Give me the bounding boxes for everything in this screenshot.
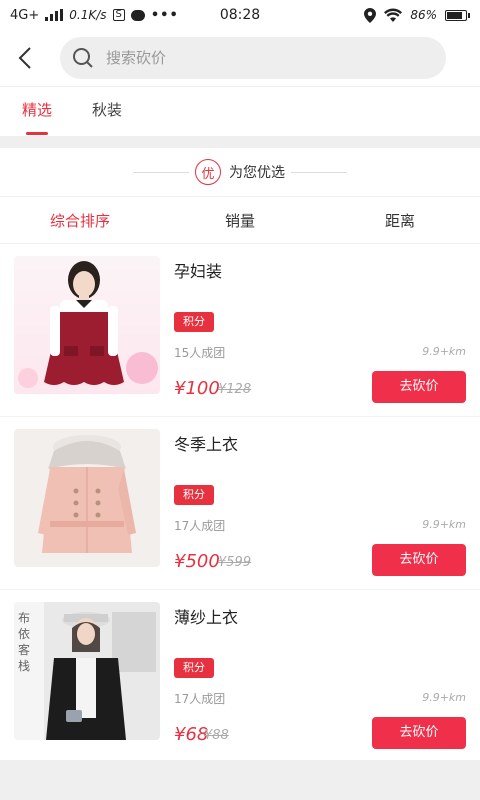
bargain-button[interactable]: 去砍价 (372, 717, 466, 749)
sort-sales[interactable]: 销量 (160, 210, 320, 231)
bargain-button[interactable]: 去砍价 (372, 371, 466, 403)
points-badge: 积分 (174, 658, 214, 678)
product-item[interactable]: 孕妇装 积分 15人成团 9.9+km ¥100 ¥128 去砍价 (0, 244, 480, 417)
original-price: ¥88 (204, 728, 229, 743)
section-title: 为您优选 (229, 165, 285, 181)
s-app-icon: S (112, 9, 125, 21)
group-size: 17人成团 (174, 519, 226, 533)
product-title[interactable]: 冬季上衣 (174, 431, 238, 455)
back-button[interactable] (0, 30, 50, 86)
svg-text:布: 布 (18, 611, 30, 625)
product-image-cardigan[interactable]: 布 依 客 栈 (14, 602, 160, 740)
points-badge: 积分 (174, 312, 214, 332)
product-title[interactable]: 薄纱上衣 (174, 604, 238, 628)
location-icon (364, 7, 377, 23)
search-input[interactable] (106, 49, 406, 67)
current-price: ¥100 (174, 378, 220, 399)
category-tabs: 精选 秋装 (0, 86, 480, 136)
search-icon (73, 48, 93, 68)
svg-text:栈: 栈 (18, 658, 30, 673)
svg-text:依: 依 (18, 626, 30, 641)
tab-featured[interactable]: 精选 (22, 87, 52, 137)
search-bar[interactable] (60, 37, 446, 79)
divider (133, 171, 189, 173)
app-screen: 4G+ 0.1K/s S ••• 08:28 86% 精选 秋装 (0, 0, 480, 800)
chevron-left-icon (18, 47, 31, 69)
svg-text:客: 客 (18, 642, 30, 657)
wifi-icon (384, 8, 403, 22)
distance: 9.9+km (422, 691, 466, 704)
network-type: 4G+ (10, 7, 40, 23)
current-price: ¥500 (174, 551, 220, 572)
sort-distance[interactable]: 距离 (320, 210, 480, 231)
product-item[interactable]: 冬季上衣 积分 17人成团 9.9+km ¥500 ¥599 去砍价 (0, 417, 480, 590)
more-dots-icon: ••• (150, 7, 179, 23)
product-title[interactable]: 孕妇装 (174, 258, 222, 282)
bargain-button[interactable]: 去砍价 (372, 544, 466, 576)
distance: 9.9+km (422, 345, 466, 358)
header (0, 30, 480, 86)
group-size: 15人成团 (174, 346, 226, 360)
product-image-maternity-dress[interactable] (14, 256, 160, 394)
group-size: 17人成团 (174, 692, 226, 706)
divider (291, 171, 347, 173)
status-bar: 4G+ 0.1K/s S ••• 08:28 86% (0, 0, 480, 30)
section-badge: 优 (195, 159, 221, 185)
battery-icon (445, 9, 470, 21)
original-price: ¥599 (218, 555, 252, 570)
original-price: ¥128 (218, 382, 252, 397)
network-speed: 0.1K/s (69, 8, 107, 22)
signal-icon (45, 9, 64, 21)
product-image-winter-coat[interactable] (14, 429, 160, 567)
status-right: 86% (364, 7, 470, 23)
sort-bar: 综合排序 销量 距离 (0, 196, 480, 244)
message-icon (130, 9, 145, 21)
battery-percent: 86% (410, 8, 437, 22)
status-left: 4G+ 0.1K/s S ••• (10, 8, 179, 23)
sort-comprehensive[interactable]: 综合排序 (0, 210, 160, 231)
distance: 9.9+km (422, 518, 466, 531)
points-badge: 积分 (174, 485, 214, 505)
main-content: 优 为您优选 综合排序 销量 距离 孕妇装 积分 15人成团 9.9+km ¥1… (0, 148, 480, 760)
product-item[interactable]: 布 依 客 栈 薄纱上衣 积分 17人成团 9.9+km ¥68 ¥88 去砍价 (0, 590, 480, 763)
section-header: 优 为您优选 (0, 148, 480, 196)
tab-autumn-wear[interactable]: 秋装 (92, 87, 122, 137)
